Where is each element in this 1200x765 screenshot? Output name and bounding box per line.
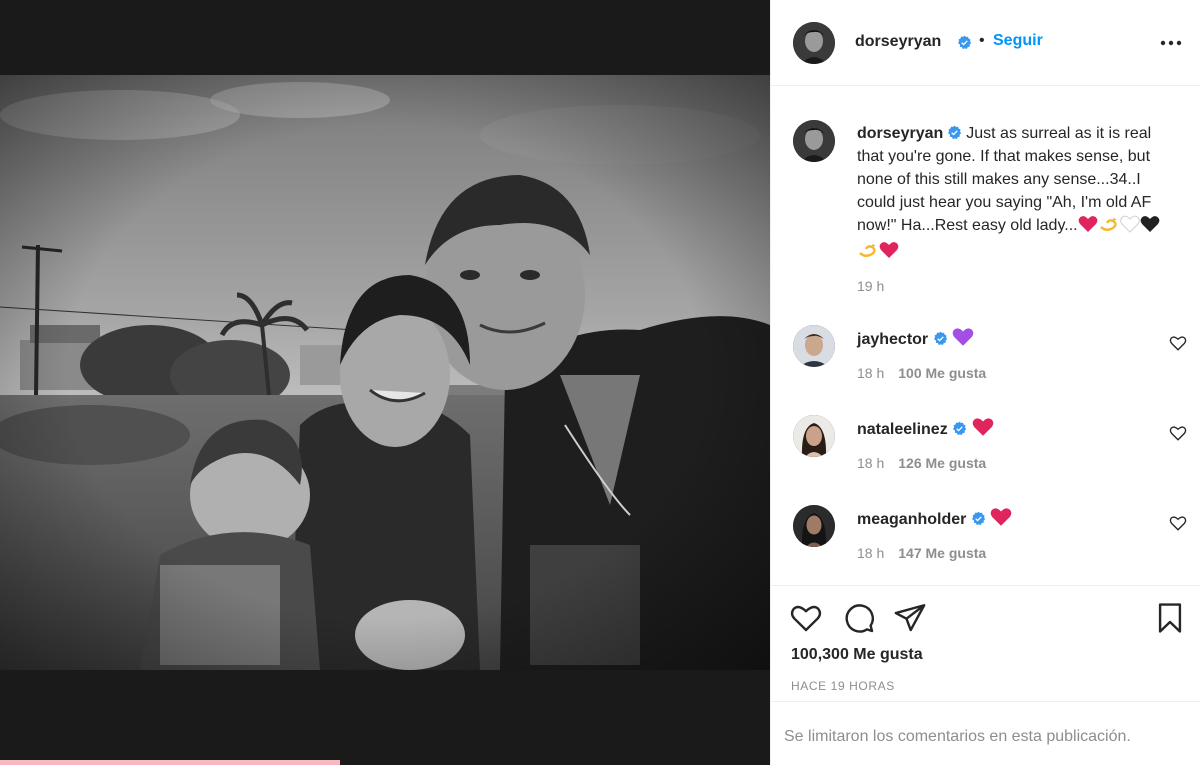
comment-time[interactable]: 18 h bbox=[857, 455, 884, 471]
comment-item: jayhector 18 h 100 Me gusta bbox=[771, 325, 1200, 415]
dizzy-icon bbox=[1098, 215, 1120, 240]
red-heart-icon bbox=[879, 241, 899, 266]
caption-username[interactable]: dorseyryan bbox=[857, 125, 943, 142]
pink-progress-strip bbox=[0, 760, 340, 765]
verified-badge-icon bbox=[947, 125, 962, 140]
comment-username[interactable]: meaganholder bbox=[857, 511, 966, 528]
purple-heart-icon bbox=[952, 327, 974, 352]
post-photo[interactable] bbox=[0, 75, 770, 670]
verified-badge-icon bbox=[933, 331, 948, 346]
comment-avatar[interactable] bbox=[793, 325, 835, 367]
follow-button[interactable]: Seguir bbox=[993, 32, 1043, 50]
comment-bubble-icon[interactable] bbox=[842, 601, 876, 635]
post-likes-count[interactable]: 100,300 Me gusta bbox=[791, 646, 923, 664]
caption-text-block: dorseyryan Just as surreal as it is real … bbox=[857, 122, 1179, 266]
comment-line: meaganholder bbox=[857, 507, 1012, 532]
post-media-panel bbox=[0, 0, 770, 765]
comment-line: jayhector bbox=[857, 327, 974, 352]
bookmark-icon[interactable] bbox=[1153, 601, 1187, 635]
comment-username[interactable]: nataleelinez bbox=[857, 421, 948, 438]
verified-badge-icon bbox=[971, 511, 986, 526]
comment-like-heart-icon[interactable] bbox=[1169, 514, 1187, 532]
verified-badge-icon bbox=[957, 35, 972, 50]
red-heart-icon bbox=[1078, 215, 1098, 240]
comment-likes[interactable]: 126 Me gusta bbox=[898, 455, 986, 471]
caption-author-avatar[interactable] bbox=[793, 120, 835, 162]
post-header: dorseyryan • Seguir bbox=[771, 0, 1200, 86]
post-timestamp[interactable]: HACE 19 HORAS bbox=[791, 679, 895, 693]
comment-meta: 18 h 147 Me gusta bbox=[857, 545, 986, 561]
heart-outline-icon[interactable] bbox=[789, 601, 823, 635]
comment-avatar[interactable] bbox=[793, 415, 835, 457]
comment-time[interactable]: 18 h bbox=[857, 545, 884, 561]
comment-username[interactable]: jayhector bbox=[857, 331, 928, 348]
comment-like-heart-icon[interactable] bbox=[1169, 424, 1187, 442]
comment-meta: 18 h 100 Me gusta bbox=[857, 365, 986, 381]
paper-plane-icon[interactable] bbox=[893, 601, 927, 635]
comment-avatar[interactable] bbox=[793, 505, 835, 547]
caption-time[interactable]: 19 h bbox=[857, 278, 884, 294]
comment-time[interactable]: 18 h bbox=[857, 365, 884, 381]
red-heart-icon bbox=[990, 507, 1012, 532]
comments-limited-area: Se limitaron los comentarios en esta pub… bbox=[771, 701, 1200, 765]
red-heart-icon bbox=[972, 417, 994, 442]
comments-limited-notice: Se limitaron los comentarios en esta pub… bbox=[784, 728, 1131, 745]
dizzy-icon bbox=[857, 241, 879, 266]
post-actions: 100,300 Me gusta HACE 19 HORAS bbox=[771, 585, 1200, 701]
more-horizontal-icon[interactable] bbox=[1159, 32, 1183, 54]
comment-item: meaganholder 18 h 147 Me gusta bbox=[771, 505, 1200, 595]
white-heart-icon bbox=[1119, 215, 1140, 240]
comment-likes[interactable]: 100 Me gusta bbox=[898, 365, 986, 381]
comment-line: nataleelinez bbox=[857, 417, 994, 442]
black-heart-icon bbox=[1140, 215, 1160, 240]
verified-badge-icon bbox=[952, 421, 967, 436]
comment-likes[interactable]: 147 Me gusta bbox=[898, 545, 986, 561]
header-separator: • bbox=[979, 32, 985, 49]
post-side-panel: dorseyryan • Seguir dorseyryan Just as su… bbox=[770, 0, 1200, 765]
comment-meta: 18 h 126 Me gusta bbox=[857, 455, 986, 471]
author-avatar[interactable] bbox=[793, 22, 835, 64]
author-username[interactable]: dorseyryan bbox=[855, 33, 941, 51]
comment-like-heart-icon[interactable] bbox=[1169, 334, 1187, 352]
comment-item: nataleelinez 18 h 126 Me gusta bbox=[771, 415, 1200, 505]
